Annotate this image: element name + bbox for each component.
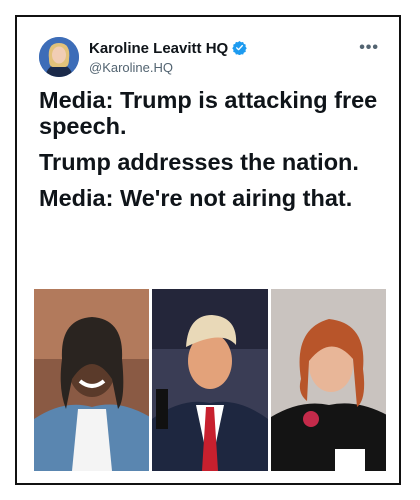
tweet-text: Media: Trump is attacking free speech. T… — [39, 87, 384, 221]
tweet-card: Karoline Leavitt HQ @Karoline.HQ ••• Med… — [15, 15, 401, 485]
tweet-line-2: Trump addresses the nation. — [39, 149, 359, 175]
photo-left[interactable] — [34, 289, 150, 471]
photo-center[interactable] — [152, 289, 268, 471]
media-grid — [34, 289, 386, 471]
tweet-header: Karoline Leavitt HQ @Karoline.HQ ••• — [39, 37, 379, 81]
more-options-icon[interactable]: ••• — [359, 39, 379, 57]
tweet-line-3: Media: We're not airing that. — [39, 185, 353, 211]
tweet-line-1: Media: Trump is attacking free speech. — [39, 87, 378, 139]
verified-check-icon — [232, 40, 247, 55]
photo-right[interactable] — [270, 289, 386, 471]
display-name[interactable]: Karoline Leavitt HQ — [89, 40, 247, 57]
avatar[interactable] — [39, 37, 79, 77]
handle[interactable]: @Karoline.HQ — [89, 60, 173, 75]
